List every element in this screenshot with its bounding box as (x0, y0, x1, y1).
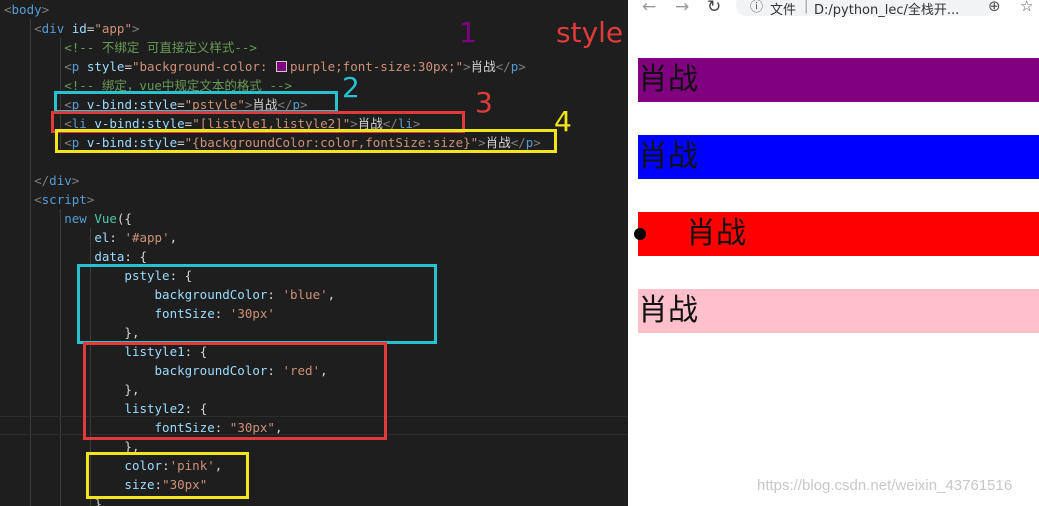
forward-arrow-icon[interactable]: → (675, 0, 689, 17)
code-token: Vue (94, 211, 117, 226)
output-list-item-red: 肖战 (634, 212, 1039, 256)
code-token: new (64, 211, 87, 226)
code-line: <body> (4, 0, 49, 19)
code-token: , (169, 230, 178, 245)
info-icon[interactable]: ⓘ (750, 0, 763, 15)
code-line: <!-- 不绑定 可直接定义样式--> (4, 38, 257, 57)
code-token: </ (495, 59, 511, 74)
annotation-number-2: 2 (342, 71, 360, 104)
code-token: ({ (116, 211, 132, 226)
code-token: > (518, 59, 526, 74)
code-token: < (34, 192, 42, 207)
code-token: div (41, 21, 65, 36)
list-bullet (634, 228, 646, 240)
address-separator: | (804, 0, 809, 14)
code-line: <p style="background-color: purple;font-… (4, 57, 526, 76)
address-url[interactable]: D:/python_lec/全栈开... (814, 0, 959, 17)
back-arrow-icon[interactable]: ← (642, 0, 656, 17)
code-line: el: '#app', (4, 228, 177, 247)
code-token: < (4, 2, 12, 17)
style-label: style (556, 16, 624, 49)
code-token: = (124, 59, 132, 74)
annotation-box-4-data (86, 452, 249, 499)
output-paragraph-purple: 肖战 (638, 58, 1039, 102)
code-token: '#app' (124, 230, 170, 245)
code-token: "app" (94, 21, 132, 36)
annotation-box-4 (55, 129, 557, 153)
code-token: > (41, 2, 50, 17)
code-token: < (64, 59, 72, 74)
code-line: <div id="app"> (4, 19, 140, 38)
code-token: : (109, 230, 125, 245)
code-line: new Vue({ (4, 209, 132, 228)
browser-window: ← → ↻ ⓘ 文件 | D:/python_lec/全栈开... ⊕ ☆ 肖战… (628, 0, 1039, 506)
code-line: </div> (4, 171, 79, 190)
zoom-icon[interactable]: ⊕ (988, 0, 1001, 15)
code-editor[interactable]: <body> <div id="app"> <!-- 不绑定 可直接定义样式--… (0, 0, 628, 506)
annotation-box-2-data (77, 264, 437, 344)
annotation-box-3-data (83, 342, 387, 440)
annotation-box-2 (54, 91, 338, 113)
code-token: div (49, 173, 72, 188)
code-line: <script> (4, 190, 94, 209)
code-token: </ (34, 173, 50, 188)
annotation-number-4: 4 (554, 105, 572, 138)
output-paragraph-blue: 肖战 (638, 135, 1039, 179)
output-paragraph-pink: 肖战 (638, 289, 1039, 333)
reload-icon[interactable]: ↻ (707, 0, 721, 17)
code-token: el (94, 230, 110, 245)
code-token: data (94, 249, 125, 264)
star-icon[interactable]: ☆ (1020, 0, 1033, 15)
address-bar[interactable]: ⓘ 文件 | D:/python_lec/全栈开... (736, 0, 996, 17)
code-token: > (86, 192, 95, 207)
code-token: 肖战 (470, 59, 496, 74)
code-token: <!-- 不绑定 可直接定义样式--> (64, 40, 257, 55)
output-list-item-text: 肖战 (686, 216, 746, 251)
code-token: "background-color: (131, 59, 275, 74)
code-token: > (463, 59, 471, 74)
code-token: id (71, 21, 87, 36)
annotation-number-3: 3 (475, 86, 493, 119)
code-token: body (11, 2, 42, 17)
code-token: > (71, 173, 80, 188)
code-token: > (131, 21, 140, 36)
color-swatch-icon (275, 61, 287, 72)
address-scheme-label: 文件 (770, 3, 797, 17)
code-token: purple;font-size:30px;" (289, 59, 464, 74)
annotation-number-1: 1 (459, 16, 477, 49)
code-token: style (86, 59, 125, 74)
code-token: script (41, 192, 87, 207)
watermark: https://blog.csdn.net/weixin_43761516 (757, 477, 1013, 494)
code-token: < (34, 21, 42, 36)
browser-toolbar: ← → ↻ ⓘ 文件 | D:/python_lec/全栈开... ⊕ ☆ (628, 0, 1039, 17)
code-token: : { (124, 249, 147, 264)
